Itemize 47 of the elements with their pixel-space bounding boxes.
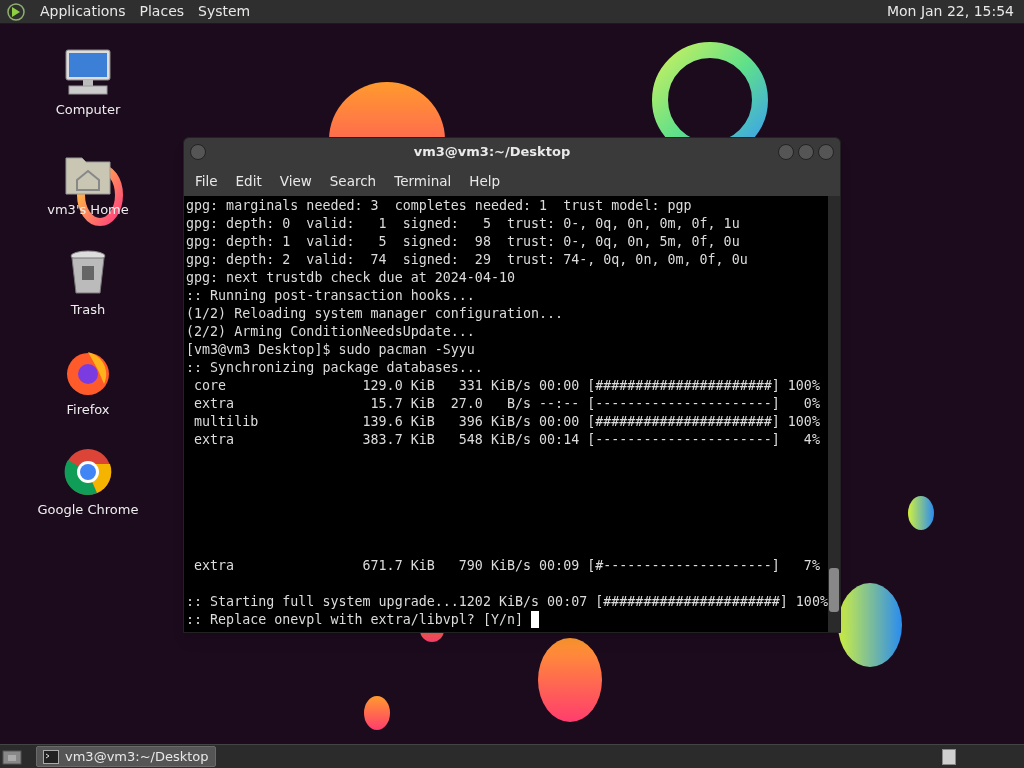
home-folder-icon bbox=[65, 154, 111, 196]
menu-item[interactable]: Terminal bbox=[385, 170, 461, 192]
desktop-icon-label[interactable]: Computer bbox=[55, 100, 121, 120]
clock[interactable]: Mon Jan 22, 15:54 bbox=[882, 1, 1018, 22]
terminal-line: extra 15.7 KiB 27.0 B/s --:-- [----------------------] 0% bbox=[193, 395, 820, 413]
computer-icon bbox=[63, 48, 113, 96]
desktop-icon-label[interactable]: Firefox bbox=[66, 400, 110, 420]
panel-menu[interactable]: System bbox=[198, 1, 251, 22]
trash-icon bbox=[68, 250, 108, 296]
scrollbar[interactable] bbox=[828, 196, 840, 632]
terminal-line: [vm3@vm3 Desktop]$ sudo pacman -Syyu bbox=[186, 341, 475, 359]
terminal-line: :: Running post-transaction hooks... bbox=[186, 287, 475, 305]
menu-item[interactable]: Search bbox=[320, 170, 386, 192]
terminal-icon bbox=[43, 749, 59, 764]
menu-item[interactable]: Help bbox=[460, 170, 510, 192]
terminal-line: gpg: depth: 1 valid: 5 signed: 98 trust: 0-, 0q, 0n, 5m, 0f, 0u bbox=[186, 233, 740, 251]
menu-item[interactable]: View bbox=[270, 170, 321, 192]
terminal-line: extra 671.7 KiB 790 KiB/s 00:09 [#---------------------] 7% bbox=[193, 557, 820, 575]
window-menu-button[interactable] bbox=[190, 144, 206, 160]
close-button[interactable] bbox=[818, 144, 834, 160]
terminal-line: gpg: depth: 2 valid: 74 signed: 29 trust: 74-, 0q, 0n, 0m, 0f, 0u bbox=[186, 251, 748, 269]
terminal-line: gpg: next trustdb check due at 2024-04-10 bbox=[186, 269, 515, 287]
menu-logo-icon[interactable] bbox=[6, 1, 26, 22]
terminal-line: multilib 139.6 KiB 396 KiB/s 00:00 [######################] 100% bbox=[193, 413, 820, 431]
menu-item[interactable]: Edit bbox=[226, 170, 271, 192]
terminal-line: core 129.0 KiB 331 KiB/s 00:00 [######################] 100% bbox=[193, 377, 820, 395]
terminal-line: :: Replace onevpl with extra/libvpl? [Y/n] bbox=[186, 611, 525, 629]
window-title: vm3@vm3:~/Desktop bbox=[413, 143, 571, 162]
text-cursor bbox=[531, 611, 540, 628]
chrome-icon bbox=[64, 448, 112, 496]
workspace-switcher[interactable] bbox=[942, 748, 956, 765]
terminal-line: gpg: marginals needed: 3 completes needed: 1 trust model: pgp bbox=[186, 197, 692, 215]
terminal-line: extra 383.7 KiB 548 KiB/s 00:14 [----------------------] 4% bbox=[193, 431, 820, 449]
maximize-button[interactable] bbox=[798, 144, 814, 160]
desktop-icon-label[interactable]: Trash bbox=[70, 300, 106, 320]
terminal-line: :: Synchronizing package databases... bbox=[186, 359, 483, 377]
terminal-line: gpg: depth: 0 valid: 1 signed: 5 trust: 0-, 0q, 0n, 0m, 0f, 1u bbox=[186, 215, 740, 233]
terminal-line: (1/2) Reloading system manager configuration... bbox=[186, 305, 564, 323]
taskbar-button[interactable]: vm3@vm3:~/Desktop bbox=[36, 746, 216, 767]
show-desktop-icon[interactable] bbox=[2, 747, 22, 766]
menu-item[interactable]: File bbox=[186, 170, 227, 192]
terminal-line: (2/2) Arming ConditionNeedsUpdate... bbox=[186, 323, 475, 341]
panel-menu[interactable]: Places bbox=[139, 1, 185, 22]
desktop-icon-label[interactable]: Google Chrome bbox=[37, 500, 139, 520]
panel-menu[interactable]: Applications bbox=[40, 1, 126, 22]
terminal-line: :: Starting full system upgrade...1202 KiB/s 00:07 [######################] 100% bbox=[186, 593, 828, 611]
minimize-button[interactable] bbox=[778, 144, 794, 160]
